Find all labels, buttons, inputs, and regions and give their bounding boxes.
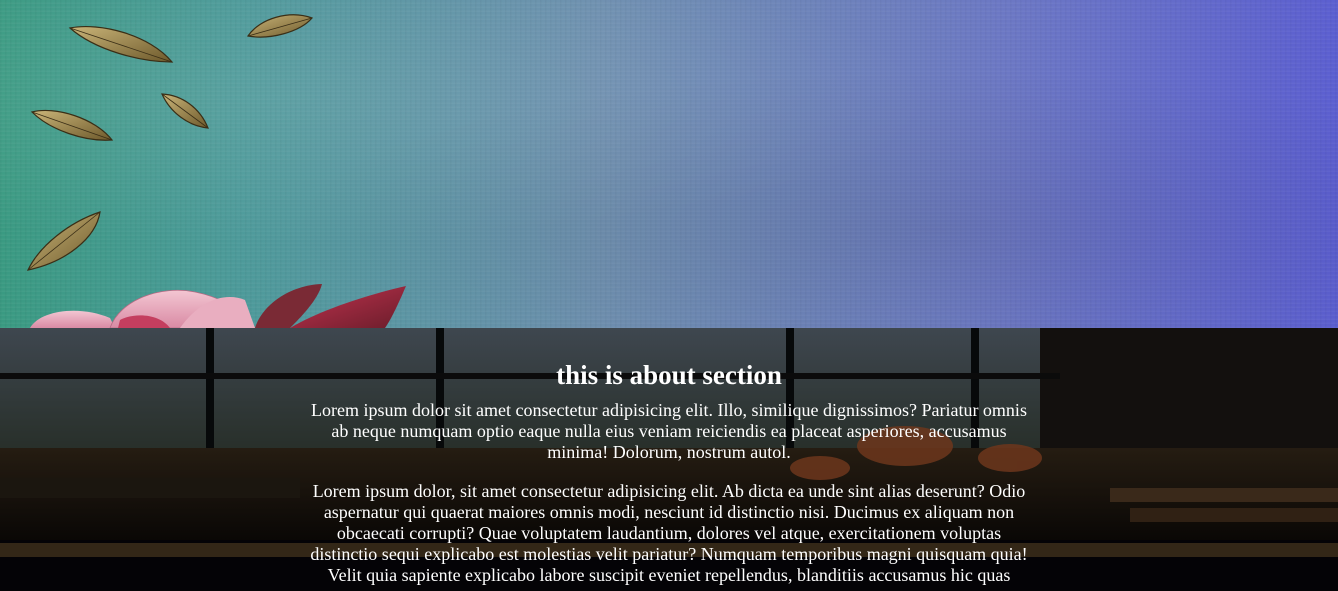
leaf-icon — [161, 93, 209, 129]
about-section: this is about section Lorem ipsum dolor … — [0, 328, 1338, 591]
leaf-icon — [26, 211, 101, 271]
about-paragraph-2: Lorem ipsum dolor, sit amet consectetur … — [310, 481, 1028, 585]
hero-leaves-decoration — [26, 14, 406, 328]
leaf-icon — [246, 14, 314, 38]
flower-icon — [30, 284, 406, 328]
hero-banner — [0, 0, 1338, 328]
leaf-icon — [68, 25, 174, 63]
about-paragraph-1: Lorem ipsum dolor sit amet consectetur a… — [311, 400, 1027, 462]
about-title: this is about section — [556, 360, 782, 390]
leaf-icon — [30, 109, 114, 141]
about-content: this is about section Lorem ipsum dolor … — [0, 328, 1338, 586]
